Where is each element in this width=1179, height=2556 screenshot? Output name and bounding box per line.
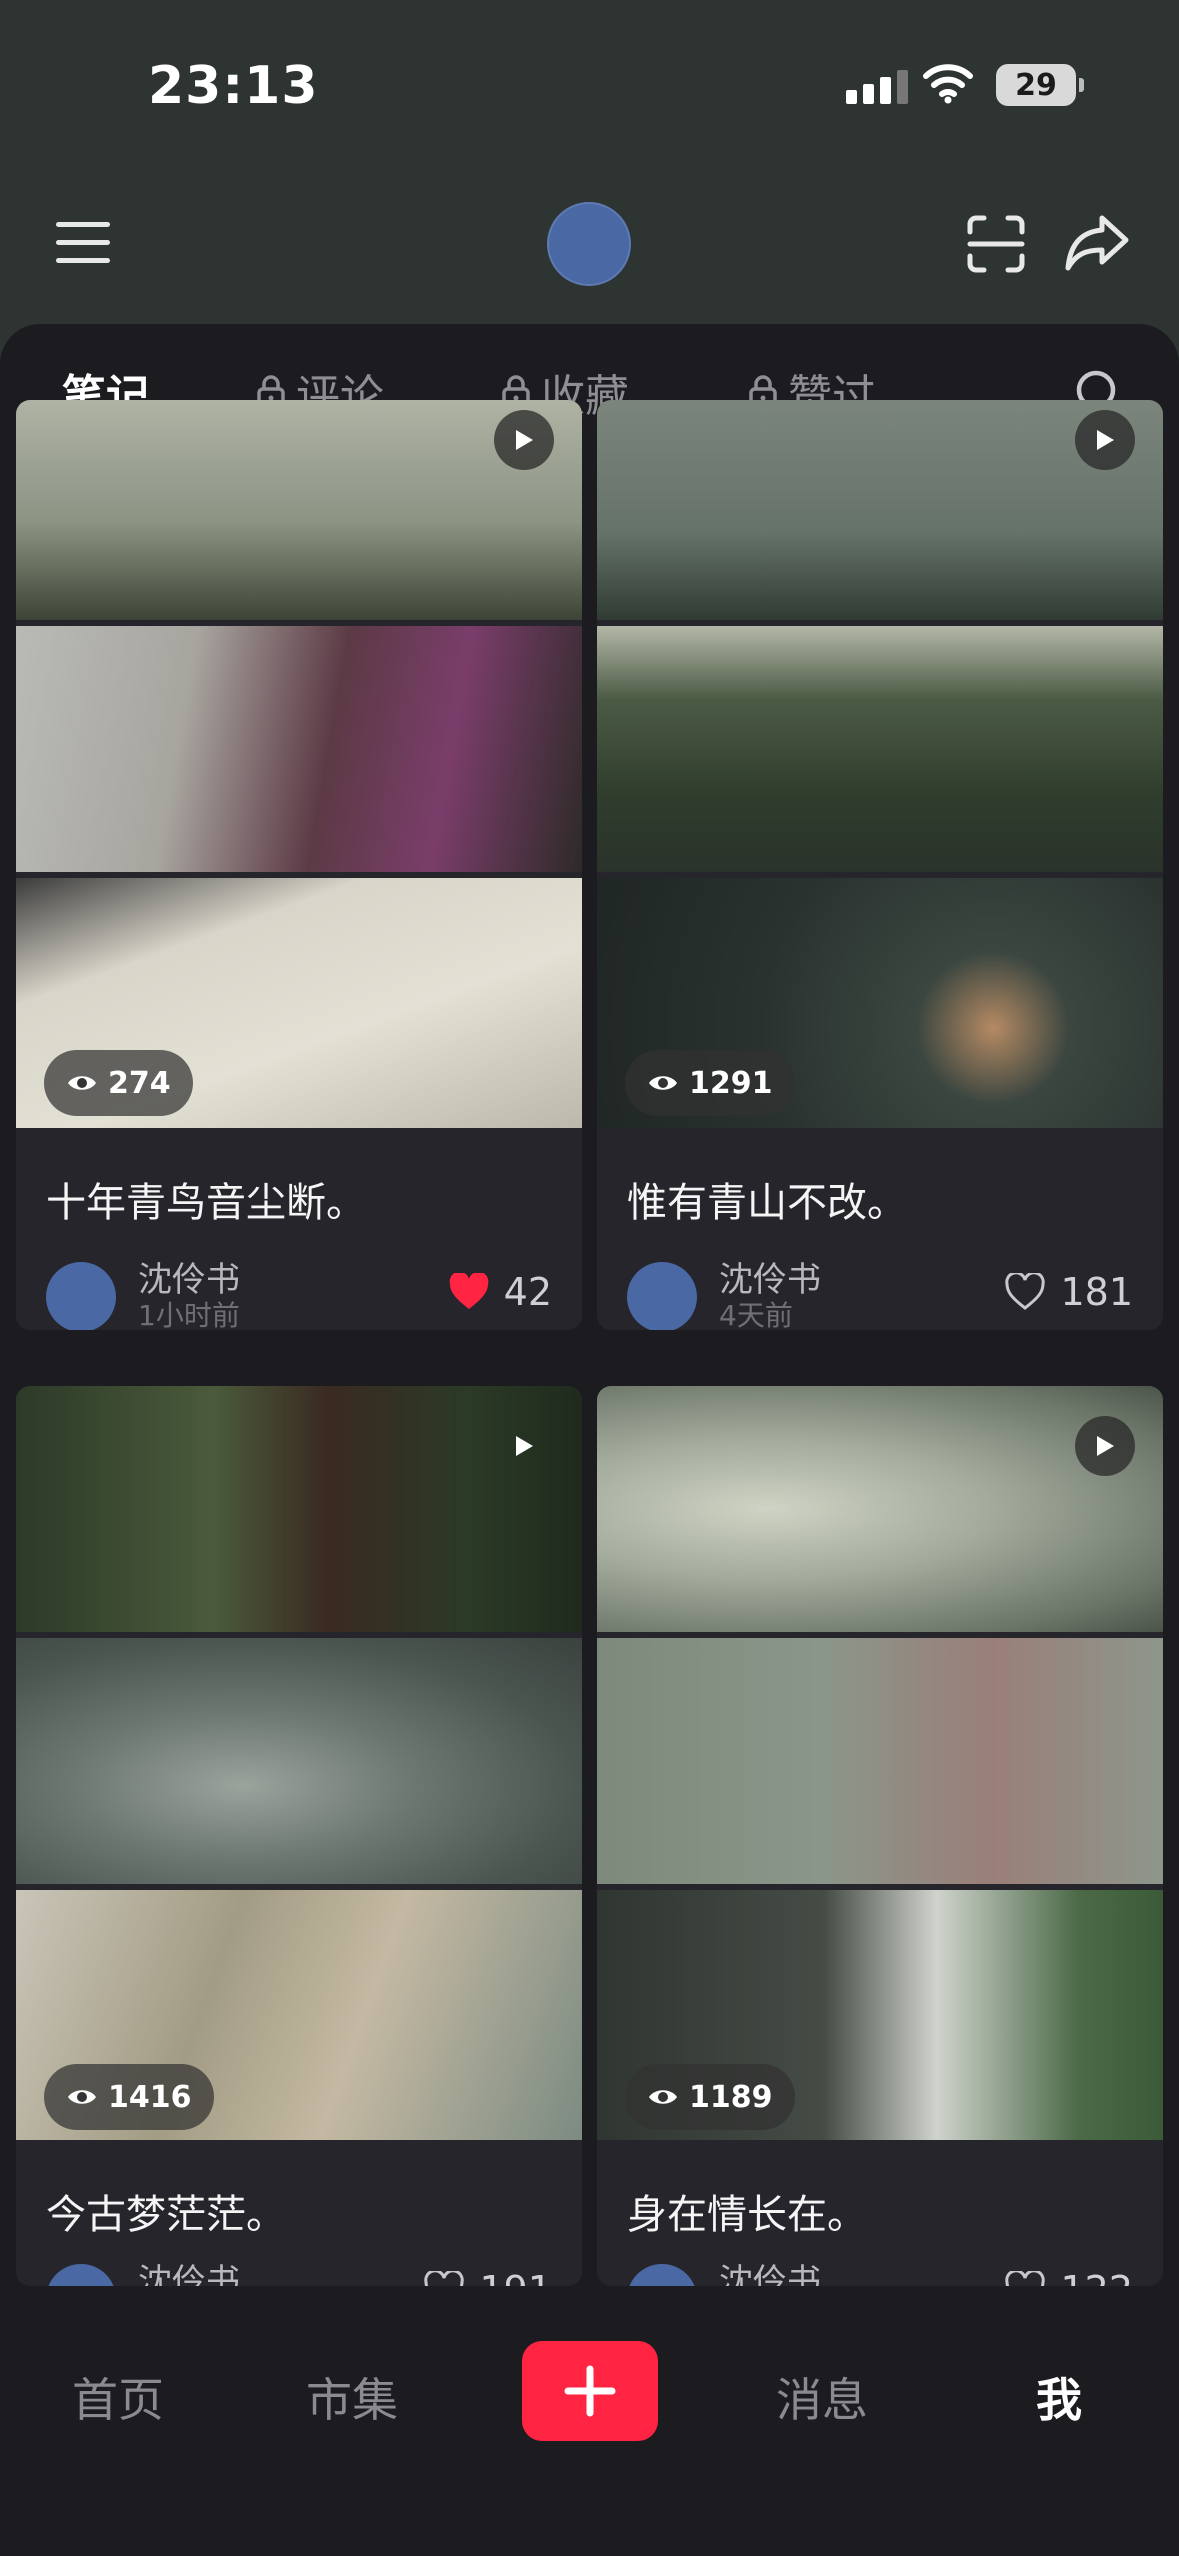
share-icon[interactable] bbox=[1064, 212, 1130, 272]
eye-icon bbox=[68, 2090, 96, 2104]
nav-me[interactable]: 我 bbox=[1036, 2364, 1082, 2430]
view-count: 1291 bbox=[625, 1050, 795, 1116]
like-button[interactable]: 42 bbox=[448, 1270, 552, 1314]
note-card[interactable]: 1416 今古梦茫茫。 沈伶书 09-11 191 bbox=[16, 1386, 582, 2286]
like-button[interactable]: 181 bbox=[1004, 1270, 1133, 1314]
note-title: 身在情长在。 bbox=[627, 2192, 867, 2238]
view-count: 1189 bbox=[625, 2064, 795, 2130]
battery-indicator: 29 bbox=[996, 64, 1084, 106]
author-avatar[interactable] bbox=[46, 1262, 116, 1330]
bottom-navigation: 首页 市集 消息 我 bbox=[0, 2324, 1179, 2556]
view-count: 1416 bbox=[44, 2064, 214, 2130]
note-title: 十年青鸟音尘断。 bbox=[46, 1180, 366, 1226]
status-bar: 23:13 29 bbox=[0, 0, 1179, 170]
create-post-button[interactable] bbox=[522, 2341, 658, 2441]
author-avatar[interactable] bbox=[627, 1262, 697, 1330]
plus-icon bbox=[564, 2365, 616, 2417]
cover-image bbox=[597, 626, 1163, 872]
play-icon bbox=[1075, 1416, 1135, 1476]
menu-icon[interactable] bbox=[56, 220, 110, 264]
author-avatar[interactable] bbox=[46, 2264, 116, 2286]
profile-top-bar bbox=[0, 190, 1179, 300]
note-card[interactable]: 1189 身在情长在。 沈伶书 09-07 122 bbox=[597, 1386, 1163, 2286]
like-button[interactable]: 122 bbox=[1004, 2268, 1133, 2286]
note-title: 惟有青山不改。 bbox=[627, 1180, 907, 1226]
post-time: 4天前 bbox=[719, 1299, 793, 1330]
eye-icon bbox=[649, 2090, 677, 2104]
profile-avatar[interactable] bbox=[547, 202, 631, 286]
heart-outline-icon bbox=[1005, 2271, 1046, 2286]
cover-image bbox=[597, 1638, 1163, 1884]
post-time: 1小时前 bbox=[138, 1299, 240, 1330]
status-time: 23:13 bbox=[148, 56, 319, 116]
nav-messages[interactable]: 消息 bbox=[776, 2364, 868, 2430]
note-card[interactable]: 274 十年青鸟音尘断。 沈伶书 1小时前 42 bbox=[16, 400, 582, 1330]
cellular-signal-icon bbox=[846, 70, 908, 104]
wifi-icon bbox=[923, 64, 973, 104]
heart-outline-icon bbox=[424, 2271, 465, 2286]
nav-market[interactable]: 市集 bbox=[306, 2364, 398, 2430]
cover-image bbox=[16, 1386, 582, 1632]
play-icon bbox=[1075, 410, 1135, 470]
content-panel: 笔记 评论 收藏 赞过 274 十年青鸟音尘断。 沈伶书 1小时前 42 129… bbox=[0, 324, 1179, 2324]
eye-icon bbox=[649, 1076, 677, 1090]
scan-icon[interactable] bbox=[966, 214, 1026, 274]
cover-image bbox=[597, 1386, 1163, 1632]
author-name[interactable]: 沈伶书 bbox=[719, 2254, 821, 2286]
play-icon bbox=[494, 410, 554, 470]
cover-image bbox=[16, 626, 582, 872]
note-title: 今古梦茫茫。 bbox=[46, 2192, 286, 2238]
cover-image bbox=[16, 1638, 582, 1884]
author-avatar[interactable] bbox=[627, 2264, 697, 2286]
note-card[interactable]: 1291 惟有青山不改。 沈伶书 4天前 181 bbox=[597, 400, 1163, 1330]
like-button[interactable]: 191 bbox=[423, 2268, 552, 2286]
author-name[interactable]: 沈伶书 bbox=[138, 2254, 240, 2286]
notes-grid: 274 十年青鸟音尘断。 沈伶书 1小时前 42 1291 惟有青山不改。 沈伶… bbox=[0, 400, 1179, 2324]
nav-home[interactable]: 首页 bbox=[72, 2364, 164, 2430]
heart-outline-icon bbox=[1005, 1273, 1046, 1310]
view-count: 274 bbox=[44, 1050, 193, 1116]
play-icon bbox=[494, 1416, 554, 1476]
eye-icon bbox=[68, 1076, 96, 1090]
heart-filled-icon bbox=[449, 1273, 488, 1309]
